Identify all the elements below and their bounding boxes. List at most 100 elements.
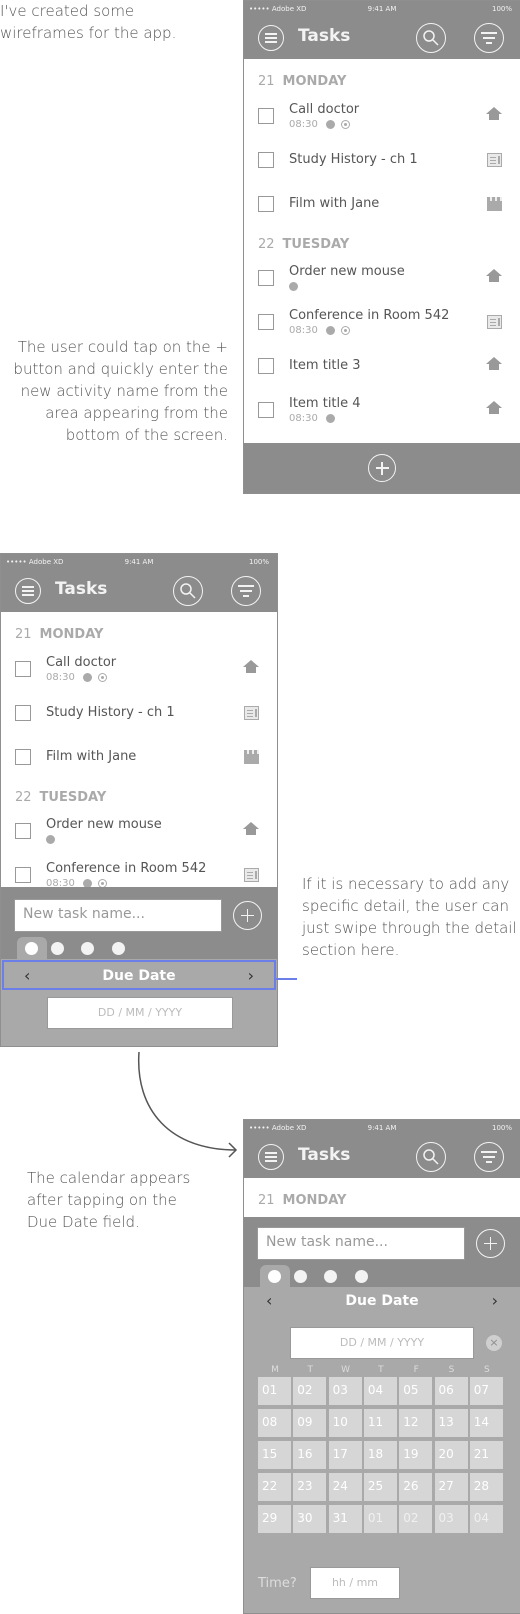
task-item[interactable]: Film with Jane (244, 186, 520, 226)
calendar-day[interactable]: 04 (363, 1377, 397, 1405)
calendar-day[interactable]: 13 (434, 1409, 468, 1437)
task-item[interactable]: Study History - ch 1 (244, 142, 520, 182)
filter-icon[interactable] (474, 1142, 504, 1172)
priority-tab-icon[interactable] (81, 942, 94, 955)
task-checkbox[interactable] (258, 196, 274, 212)
app-title: Tasks (298, 26, 351, 46)
calendar-day[interactable]: 30 (293, 1505, 327, 1533)
calendar-day[interactable]: 27 (434, 1473, 468, 1501)
task-checkbox[interactable] (258, 358, 274, 374)
menu-icon[interactable] (15, 578, 41, 604)
task-item[interactable]: Item title 4 08:30 (244, 392, 520, 432)
task-item[interactable]: Call doctor 08:30 (1, 651, 277, 691)
calendar-day[interactable]: 20 (434, 1441, 468, 1469)
status-bar: ••••• Adobe XD 9:41 AM 100% (244, 1120, 520, 1136)
calendar-day[interactable]: 26 (399, 1473, 433, 1501)
calendar-day[interactable]: 24 (328, 1473, 362, 1501)
calendar-day[interactable]: 11 (363, 1409, 397, 1437)
task-item[interactable]: Study History - ch 1 (1, 695, 277, 735)
task-item[interactable]: Order new mouse (244, 260, 520, 300)
bottom-bar (244, 443, 520, 493)
date-input[interactable]: DD / MM / YYYY (47, 997, 233, 1029)
calendar-day[interactable]: 18 (363, 1441, 397, 1469)
calendar-day[interactable]: 28 (469, 1473, 503, 1501)
task-item[interactable]: Order new mouse (1, 813, 277, 853)
calendar-day[interactable]: 07 (469, 1377, 503, 1405)
add-task-button[interactable] (368, 454, 396, 482)
calendar-day[interactable]: 08 (258, 1409, 291, 1437)
document-icon (244, 706, 259, 720)
calendar-day[interactable]: 15 (258, 1441, 291, 1469)
calendar-day-next-month[interactable]: 02 (399, 1505, 433, 1533)
task-checkbox[interactable] (258, 108, 274, 124)
clapperboard-icon (487, 197, 502, 211)
new-task-input[interactable]: New task name... (257, 1227, 465, 1260)
calendar-day[interactable]: 03 (328, 1377, 362, 1405)
task-checkbox[interactable] (15, 823, 31, 839)
task-checkbox[interactable] (15, 749, 31, 765)
plus-tip-note: The user could tap on the + button and q… (13, 338, 228, 444)
confirm-add-button[interactable] (233, 901, 262, 930)
task-item[interactable]: Item title 3 (244, 348, 520, 388)
filter-icon[interactable] (474, 23, 504, 53)
task-checkbox[interactable] (15, 867, 31, 883)
calendar-day[interactable]: 12 (399, 1409, 433, 1437)
calendar-day-next-month[interactable]: 03 (434, 1505, 468, 1533)
calendar-day[interactable]: 09 (293, 1409, 327, 1437)
task-checkbox[interactable] (258, 314, 274, 330)
due-date-field[interactable]: ‹ Due Date › (2, 960, 276, 990)
clear-date-icon[interactable]: × (486, 1335, 502, 1351)
confirm-add-button[interactable] (476, 1229, 505, 1258)
calendar-day-next-month[interactable]: 01 (363, 1505, 397, 1533)
clapperboard-icon (244, 750, 259, 764)
calendar-day[interactable]: 22 (258, 1473, 291, 1501)
chevron-right-icon[interactable]: › (248, 966, 254, 985)
calendar-day[interactable]: 31 (328, 1505, 362, 1533)
time-input[interactable]: hh / mm (310, 1567, 400, 1599)
search-icon[interactable] (416, 1142, 446, 1172)
task-meta: 08:30 (289, 413, 335, 424)
reminder-tab-icon[interactable] (112, 942, 125, 955)
reminder-tab-icon[interactable] (355, 1270, 368, 1283)
app-title: Tasks (55, 579, 108, 599)
date-input[interactable]: DD / MM / YYYY (290, 1327, 474, 1359)
calendar-day[interactable]: 17 (328, 1441, 362, 1469)
calendar-day[interactable]: 10 (328, 1409, 362, 1437)
search-icon[interactable] (173, 576, 203, 606)
calendar-day[interactable]: 29 (258, 1505, 291, 1533)
chevron-right-icon[interactable]: › (492, 1291, 498, 1310)
task-checkbox[interactable] (258, 402, 274, 418)
calendar-day[interactable]: 02 (293, 1377, 327, 1405)
calendar-day[interactable]: 25 (363, 1473, 397, 1501)
task-checkbox[interactable] (258, 270, 274, 286)
task-checkbox[interactable] (15, 661, 31, 677)
calendar-day-next-month[interactable]: 04 (469, 1505, 503, 1533)
calendar-tab-icon[interactable] (25, 942, 38, 955)
search-icon[interactable] (416, 23, 446, 53)
menu-icon[interactable] (258, 1144, 284, 1170)
calendar-day[interactable]: 23 (293, 1473, 327, 1501)
calendar-day[interactable]: 19 (399, 1441, 433, 1469)
due-date-field[interactable]: ‹ Due Date › (244, 1287, 520, 1317)
calendar-day[interactable]: 21 (469, 1441, 503, 1469)
weekday-label: S (448, 1365, 455, 1375)
day-header-tuesday: 22 TUESDAY (258, 237, 350, 252)
task-checkbox[interactable] (15, 705, 31, 721)
filter-icon[interactable] (231, 576, 261, 606)
priority-tab-icon[interactable] (324, 1270, 337, 1283)
task-checkbox[interactable] (258, 152, 274, 168)
task-item[interactable]: Film with Jane (1, 739, 277, 779)
calendar-day[interactable]: 16 (293, 1441, 327, 1469)
battery: 100% (248, 558, 269, 566)
new-task-input[interactable]: New task name... (14, 899, 222, 932)
repeat-tab-icon[interactable] (294, 1270, 307, 1283)
calendar-tab-icon[interactable] (268, 1270, 281, 1283)
task-item[interactable]: Conference in Room 542 08:30 (244, 304, 520, 344)
calendar-day[interactable]: 01 (258, 1377, 291, 1405)
menu-icon[interactable] (258, 25, 284, 51)
calendar-day[interactable]: 06 (434, 1377, 468, 1405)
task-item[interactable]: Call doctor 08:30 (244, 98, 520, 138)
calendar-day[interactable]: 05 (399, 1377, 433, 1405)
repeat-tab-icon[interactable] (51, 942, 64, 955)
calendar-day[interactable]: 14 (469, 1409, 503, 1437)
